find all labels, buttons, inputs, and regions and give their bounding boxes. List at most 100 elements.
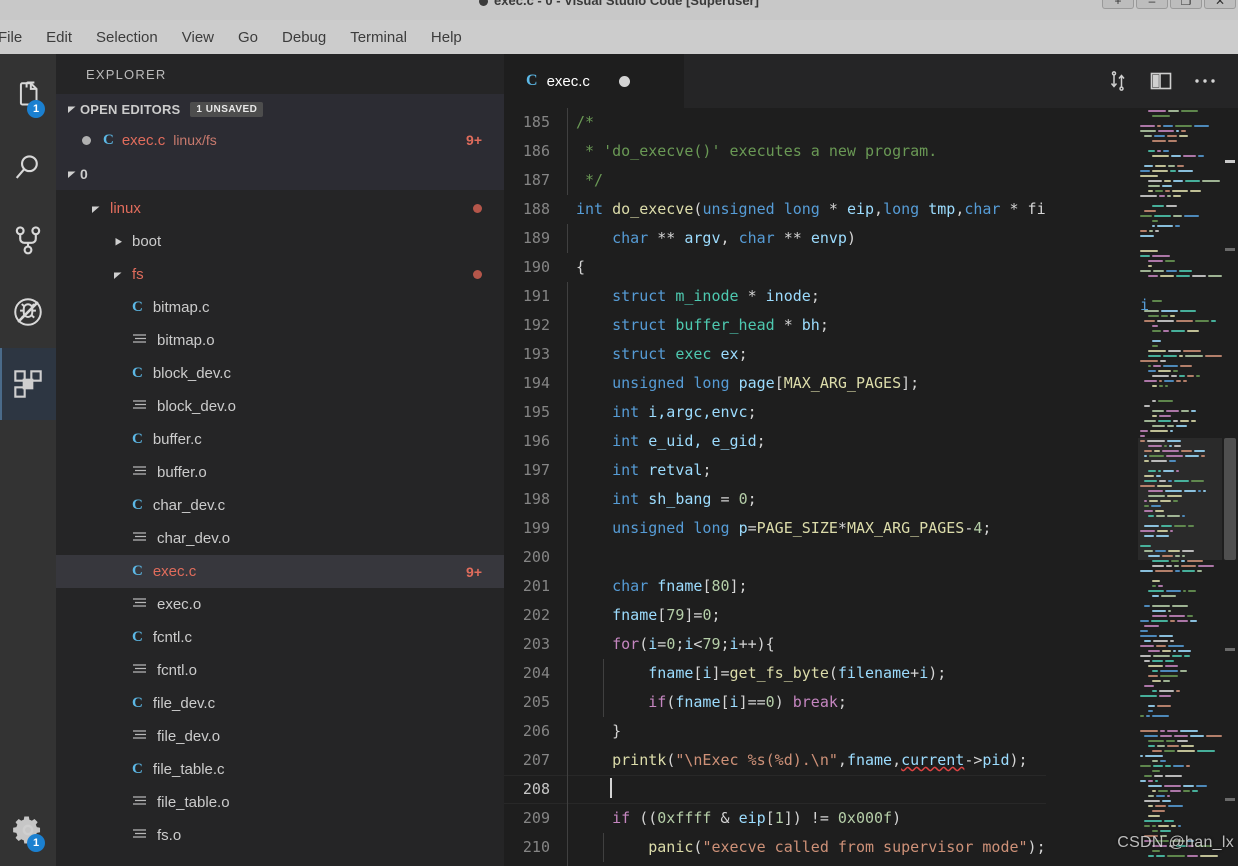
- code-token: ((: [630, 809, 658, 827]
- activity-explorer[interactable]: 1: [0, 60, 56, 132]
- tree-item-buffer-o[interactable]: buffer.o: [56, 456, 504, 489]
- minimap-token: [1176, 129, 1179, 132]
- minimap-token: [1148, 514, 1154, 517]
- c-file-icon: C: [132, 497, 143, 513]
- split-terminal-icon[interactable]: [1108, 70, 1128, 92]
- code-editor[interactable]: 185 /* 186 * 'do_execve()' executes a new …: [504, 108, 1238, 866]
- minimap-token: [1182, 569, 1195, 572]
- open-editors-header[interactable]: OPEN EDITORS 1 UNSAVED: [56, 94, 504, 124]
- activity-extensions[interactable]: [0, 348, 56, 420]
- restore-button[interactable]: ❐: [1170, 0, 1202, 9]
- minimap[interactable]: i: [1138, 108, 1222, 866]
- minimap-token: [1152, 254, 1170, 257]
- indent-guide: [567, 398, 568, 427]
- workspace-root-header[interactable]: 0: [56, 158, 504, 190]
- tree-item-exec-c[interactable]: Cexec.c 9+: [56, 555, 504, 588]
- minimap-token: [1155, 569, 1173, 572]
- minimap-token: [1188, 589, 1196, 592]
- open-editor-item[interactable]: C exec.c linux/fs 9+: [56, 124, 504, 156]
- window-controls[interactable]: + – ❐ ✕: [1102, 0, 1236, 10]
- minimap-token: [1163, 149, 1169, 152]
- code-token: MAX_ARG_PAGES: [846, 519, 965, 537]
- menu-help[interactable]: Help: [419, 26, 474, 49]
- line-content: struct m_inode * inode;: [566, 282, 820, 311]
- code-token: long: [883, 200, 920, 218]
- code-token: exec: [675, 345, 712, 363]
- tree-item-bitmap-c[interactable]: Cbitmap.c: [56, 291, 504, 324]
- tree-item-char-dev-o[interactable]: char_dev.o: [56, 522, 504, 555]
- code-line: 191 struct m_inode * inode;: [504, 282, 1046, 311]
- minimap-token: [1166, 564, 1172, 567]
- menu-selection[interactable]: Selection: [84, 26, 170, 49]
- scrollbar-thumb[interactable]: [1224, 438, 1236, 560]
- source-control-icon: [11, 223, 45, 257]
- tree-item-fcntl-c[interactable]: Cfcntl.c: [56, 621, 504, 654]
- minimap-token: [1168, 164, 1175, 167]
- tree-item-file-dev-o[interactable]: file_dev.o: [56, 720, 504, 753]
- minimap-token: [1203, 489, 1206, 492]
- minimap-token: [1194, 449, 1205, 452]
- tree-item-label: fcntl.o: [157, 662, 198, 679]
- editor-vertical-scrollbar[interactable]: [1222, 108, 1238, 866]
- activity-debug[interactable]: [0, 276, 56, 348]
- tree-item-block-dev-o[interactable]: block_dev.o: [56, 390, 504, 423]
- tab-exec-c[interactable]: C exec.c: [504, 54, 684, 108]
- tab-dirty-icon[interactable]: [618, 75, 630, 87]
- minimap-token: [1167, 729, 1178, 732]
- minimap-token: [1190, 619, 1197, 622]
- menu-view[interactable]: View: [170, 26, 226, 49]
- menu-file[interactable]: File: [0, 26, 34, 49]
- menu-debug[interactable]: Debug: [270, 26, 338, 49]
- minimap-token: [1195, 319, 1209, 322]
- minimap-token: [1144, 524, 1159, 527]
- minimize-button[interactable]: –: [1136, 0, 1168, 9]
- pin-button[interactable]: +: [1102, 0, 1134, 9]
- minimap-token: [1163, 329, 1169, 332]
- activity-search[interactable]: [0, 132, 56, 204]
- tree-item-file-table-c[interactable]: Cfile_table.c: [56, 753, 504, 786]
- minimap-token: [1144, 684, 1154, 687]
- activity-manage-settings[interactable]: 1: [0, 794, 56, 866]
- code-line: 208: [504, 775, 1046, 804]
- minimap-token: [1158, 584, 1163, 587]
- minimap-token: [1169, 459, 1176, 462]
- more-actions-icon[interactable]: [1194, 77, 1216, 85]
- close-button[interactable]: ✕: [1204, 0, 1236, 9]
- tree-item-block-dev-c[interactable]: Cblock_dev.c: [56, 357, 504, 390]
- tree-item-file-table-o[interactable]: file_table.o: [56, 786, 504, 819]
- minimap-token: [1148, 554, 1160, 557]
- code-token: int: [612, 461, 640, 479]
- tree-item-fs-o[interactable]: fs.o: [56, 819, 504, 852]
- minimap-token: [1183, 789, 1190, 792]
- tree-item-exec-o[interactable]: exec.o: [56, 588, 504, 621]
- tree-item-fcntl-o[interactable]: fcntl.o: [56, 654, 504, 687]
- tree-item-bitmap-o[interactable]: bitmap.o: [56, 324, 504, 357]
- menu-go[interactable]: Go: [226, 26, 270, 49]
- tree-item-char-dev-c[interactable]: Cchar_dev.c: [56, 489, 504, 522]
- minimap-token: [1148, 184, 1160, 187]
- minimap-token: [1182, 554, 1185, 557]
- minimap-token: [1154, 449, 1160, 452]
- line-number: 210: [522, 838, 550, 856]
- code-token: if: [648, 693, 667, 711]
- tree-item-fs[interactable]: fs: [56, 258, 504, 291]
- code-token: *: [819, 200, 847, 218]
- menu-terminal[interactable]: Terminal: [338, 26, 419, 49]
- tree-item-buffer-c[interactable]: Cbuffer.c: [56, 423, 504, 456]
- tree-item-file-dev-c[interactable]: Cfile_dev.c: [56, 687, 504, 720]
- minimap-token: [1140, 644, 1154, 647]
- code-token: ;: [982, 519, 992, 537]
- minimap-token: [1162, 554, 1173, 557]
- minimap-token: [1148, 489, 1163, 492]
- minimap-token: [1144, 824, 1150, 827]
- minimap-token: [1161, 309, 1178, 312]
- code-token: e_uid, e_gid: [648, 432, 757, 450]
- split-editor-icon[interactable]: [1150, 71, 1172, 91]
- minimap-token: [1155, 164, 1166, 167]
- tree-item-linux[interactable]: linux: [56, 192, 504, 225]
- activity-source-control[interactable]: [0, 204, 56, 276]
- tree-item-boot[interactable]: boot: [56, 225, 504, 258]
- menu-edit[interactable]: Edit: [34, 26, 84, 49]
